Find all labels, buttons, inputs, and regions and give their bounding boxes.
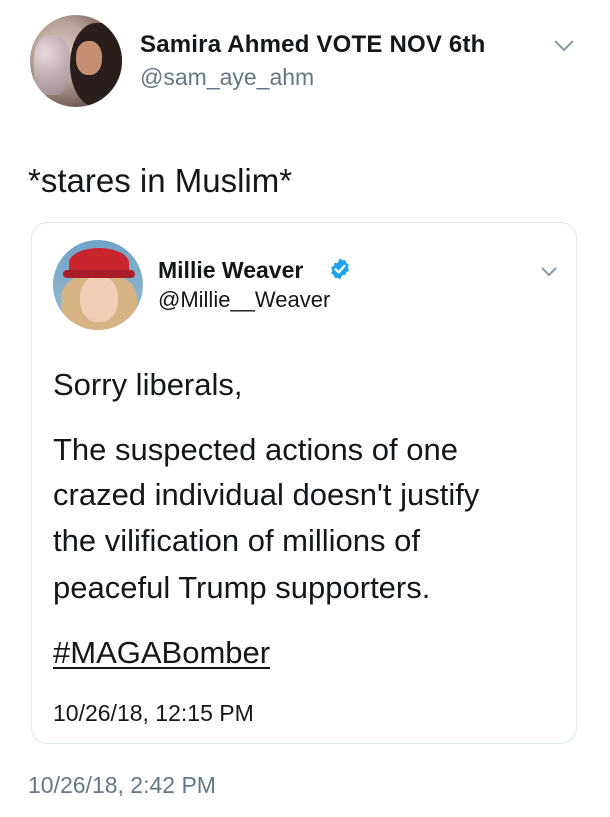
- quoted-tweet-line: Sorry liberals,: [53, 367, 243, 402]
- quoted-tweet-line: the vilification of millions of: [53, 523, 420, 558]
- avatar-background: [34, 35, 70, 95]
- quoted-author-handle[interactable]: @Millie__Weaver: [158, 287, 330, 313]
- chevron-down-icon[interactable]: [553, 38, 575, 54]
- quoted-tweet-timestamp[interactable]: 10/26/18, 12:15 PM: [53, 700, 254, 727]
- author-avatar[interactable]: [30, 15, 122, 107]
- author-handle[interactable]: @sam_aye_ahm: [140, 64, 314, 91]
- quoted-author-name[interactable]: Millie Weaver: [158, 257, 303, 284]
- chevron-down-icon[interactable]: [540, 265, 558, 278]
- quoted-tweet-line: The suspected actions of one: [53, 432, 458, 467]
- tweet: Samira Ahmed VOTE NOV 6th @sam_aye_ahm *…: [0, 0, 610, 817]
- quoted-tweet-line: crazed individual doesn't justify: [53, 477, 480, 512]
- verified-badge-icon: [331, 258, 349, 280]
- avatar-cap-brim: [63, 270, 135, 278]
- quoted-tweet-line: peaceful Trump supporters.: [53, 570, 431, 605]
- tweet-timestamp[interactable]: 10/26/18, 2:42 PM: [28, 772, 216, 799]
- tweet-text: *stares in Muslim*: [28, 162, 293, 199]
- quoted-author-avatar[interactable]: [53, 240, 143, 330]
- avatar-face: [76, 41, 102, 75]
- hashtag-link[interactable]: #MAGABomber: [53, 635, 270, 671]
- author-name[interactable]: Samira Ahmed VOTE NOV 6th: [140, 31, 486, 59]
- avatar-face: [80, 276, 118, 322]
- quoted-tweet-card[interactable]: Millie Weaver @Millie__Weaver Sorry libe…: [31, 222, 577, 744]
